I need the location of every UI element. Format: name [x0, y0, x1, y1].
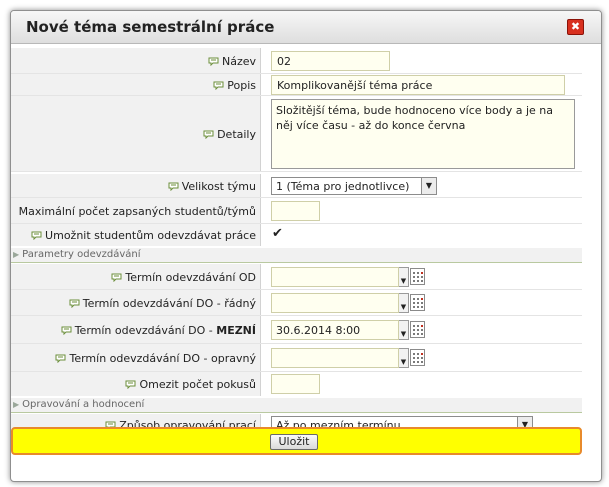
comment-icon [69, 299, 80, 308]
termin-do-radny-input[interactable] [271, 293, 399, 313]
label-popis: Popis [11, 74, 261, 96]
row-termin-do-mezni: Termín odevzdávání DO - MEZNÍ 30.6.2014 … [11, 316, 582, 344]
chevron-right-icon: ▶ [13, 400, 20, 409]
dialog-titlebar: Nové téma semestrální práce ✖ [11, 11, 601, 44]
max-studentu-input[interactable] [271, 201, 320, 221]
section-opravovani[interactable]: ▶ Opravování a hodnocení [11, 398, 582, 413]
row-detaily: Detaily Složitější téma, bude hodnoceno … [11, 96, 582, 172]
row-termin-od: Termín odevzdávání OD ▼ [11, 264, 582, 290]
umoznit-checkbox[interactable]: ✔ [272, 227, 284, 240]
termin-do-radny-picker[interactable]: ▼ [271, 293, 425, 313]
close-icon[interactable]: ✖ [567, 19, 584, 35]
label-detaily: Detaily [11, 96, 261, 172]
save-bar: Uložit [11, 427, 582, 455]
label-velikost: Velikost týmu [11, 174, 261, 198]
row-termin-do-radny: Termín odevzdávání DO - řádný ▼ [11, 290, 582, 316]
velikost-select[interactable]: 1 (Téma pro jednotlivce) ▼ [271, 177, 437, 195]
comment-icon [55, 354, 66, 363]
label-umoznit: Umožnit studentům odevzdávat práce [11, 224, 261, 246]
row-umoznit: Umožnit studentům odevzdávat práce ✔ [11, 224, 582, 246]
calendar-icon[interactable] [410, 321, 425, 338]
label-termin-do-mezni: Termín odevzdávání DO - MEZNÍ [11, 316, 261, 344]
dropdown-icon[interactable]: ▼ [399, 320, 409, 340]
row-velikost: Velikost týmu 1 (Téma pro jednotlivce) ▼ [11, 174, 582, 198]
label-termin-do-opravny: Termín odevzdávání DO - opravný [11, 344, 261, 372]
comment-icon [208, 57, 219, 66]
comment-icon [61, 326, 72, 335]
label-nazev: Název [11, 48, 261, 74]
termin-od-input[interactable] [271, 267, 399, 287]
row-termin-do-opravny: Termín odevzdávání DO - opravný ▼ [11, 344, 582, 372]
label-omezit: Omezit počet pokusů [11, 372, 261, 396]
row-popis: Popis Komplikovanější téma práce [11, 74, 582, 96]
comment-icon [203, 130, 214, 139]
section-parametry[interactable]: ▶ Parametry odevzdávání [11, 248, 582, 263]
nazev-input[interactable]: 02 [271, 51, 390, 71]
row-nazev: Název 02 [11, 48, 582, 74]
dropdown-icon[interactable]: ▼ [399, 267, 409, 287]
termin-od-picker[interactable]: ▼ [271, 267, 425, 287]
label-termin-od: Termín odevzdávání OD [11, 264, 261, 290]
omezit-input[interactable] [271, 374, 320, 394]
row-omezit: Omezit počet pokusů [11, 372, 582, 396]
label-termin-do-radny: Termín odevzdávání DO - řádný [11, 290, 261, 316]
dropdown-icon[interactable]: ▼ [399, 348, 409, 368]
comment-icon [213, 81, 224, 90]
comment-icon [168, 182, 179, 191]
comment-icon [125, 380, 136, 389]
chevron-down-icon: ▼ [421, 178, 436, 194]
termin-do-mezni-picker[interactable]: 30.6.2014 8:00 ▼ [271, 320, 425, 340]
dropdown-icon[interactable]: ▼ [399, 293, 409, 313]
comment-icon [111, 273, 122, 282]
row-max-studentu: Maximální počet zapsaných studentů/týmů [11, 198, 582, 224]
popis-input[interactable]: Komplikovanější téma práce [271, 75, 565, 95]
calendar-icon[interactable] [410, 349, 425, 366]
dialog-title: Nové téma semestrální práce [26, 18, 275, 36]
calendar-icon[interactable] [410, 294, 425, 311]
detaily-textarea[interactable]: Složitější téma, bude hodnoceno více bod… [271, 99, 575, 169]
termin-do-mezni-input[interactable]: 30.6.2014 8:00 [271, 320, 399, 340]
calendar-icon[interactable] [410, 268, 425, 285]
comment-icon [31, 231, 42, 240]
chevron-right-icon: ▶ [13, 250, 20, 259]
termin-do-opravny-input[interactable] [271, 348, 399, 368]
save-button[interactable]: Uložit [270, 434, 318, 450]
termin-do-opravny-picker[interactable]: ▼ [271, 348, 425, 368]
label-max-studentu: Maximální počet zapsaných studentů/týmů [11, 198, 261, 224]
